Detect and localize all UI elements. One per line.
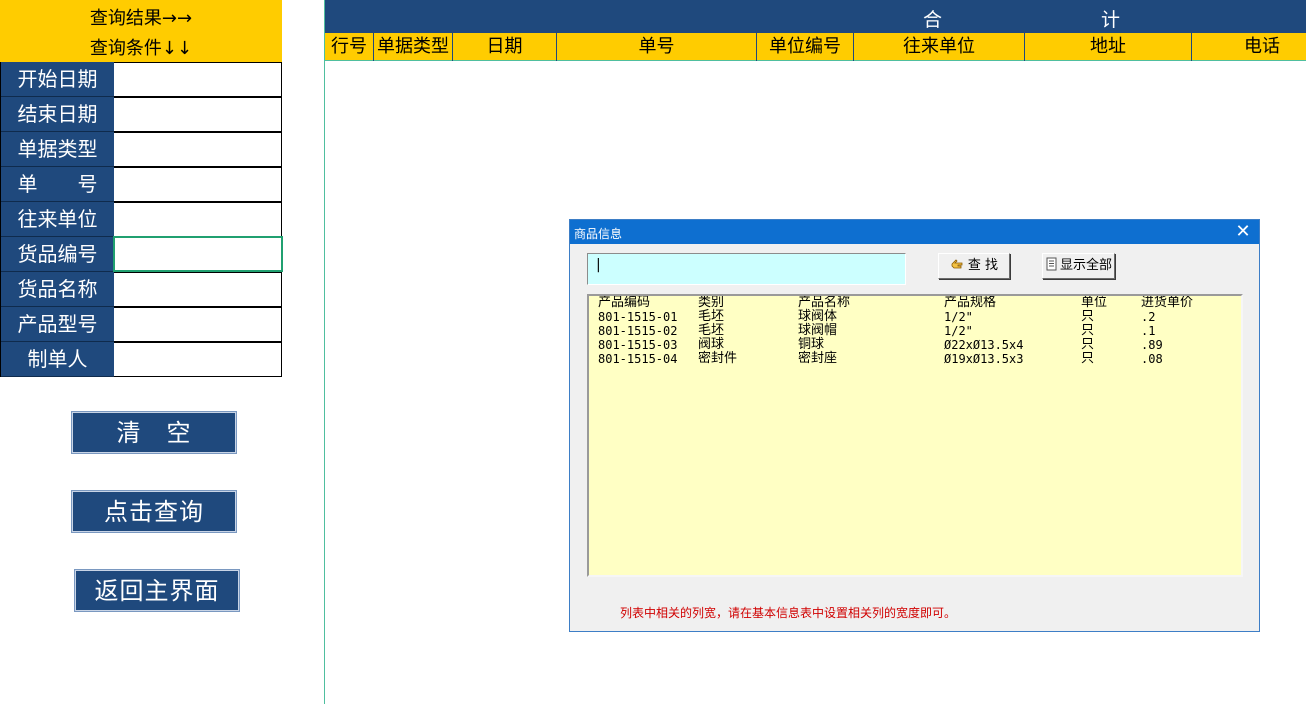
list-header-spec[interactable]: 产品规格 [944, 296, 996, 310]
list-item-price[interactable]: .2 [1141, 310, 1155, 324]
list-item-unit[interactable]: 只 [1081, 324, 1094, 338]
criteria-label-doc-type: 单据类型 [1, 132, 114, 167]
criteria-label-item-code: 货品编号 [1, 237, 114, 272]
list-item-code[interactable]: 801-1515-03 [598, 338, 677, 352]
list-header-unit[interactable]: 单位 [1081, 296, 1107, 310]
list-item-unit[interactable]: 只 [1081, 310, 1094, 324]
criteria-label-item-name: 货品名称 [1, 272, 114, 307]
col-header-address[interactable]: 地址 [1025, 33, 1192, 61]
list-item-spec[interactable]: 1/2" [944, 310, 973, 324]
list-item-name[interactable]: 密封座 [798, 352, 837, 366]
query-results-label: 查询结果→→ [89, 8, 193, 29]
item-code-input[interactable] [113, 236, 283, 272]
col-header-row-no[interactable]: 行号 [325, 33, 374, 61]
list-item-name[interactable]: 球阀帽 [798, 324, 837, 338]
criteria-label-start-date: 开始日期 [1, 62, 114, 97]
result-column-headers: 行号 单据类型 日期 单号 单位编号 往来单位 地址 电话 [325, 33, 1306, 61]
doc-no-input[interactable] [114, 167, 282, 202]
list-item-unit[interactable]: 只 [1081, 338, 1094, 352]
list-item-category[interactable]: 密封件 [698, 352, 737, 366]
find-button-label: 查 找 [967, 258, 999, 273]
product-list[interactable]: 产品编码 类别 产品名称 产品规格 单位 进货单价 801-1515-01 毛坯… [587, 294, 1243, 577]
col-header-unit-code[interactable]: 单位编号 [757, 33, 854, 61]
pointing-hand-icon [951, 259, 963, 269]
list-item-category[interactable]: 毛坯 [698, 310, 724, 324]
clear-button[interactable]: 清 空 [71, 411, 237, 454]
list-item-category[interactable]: 毛坯 [698, 324, 724, 338]
partner-input[interactable] [114, 202, 282, 237]
list-item-price[interactable]: .89 [1141, 338, 1163, 352]
find-button[interactable]: 查 找 [938, 253, 1010, 279]
list-item-spec[interactable]: Ø19xØ13.5x3 [944, 352, 1023, 366]
product-info-dialog: 商品信息 ✕ | 查 找 显示全部 产品编码 类别 产品名称 产品规格 单位 进… [569, 219, 1260, 632]
list-item-name[interactable]: 球阀体 [798, 310, 837, 324]
dialog-title: 商品信息 [574, 227, 623, 241]
back-to-main-button[interactable]: 返回主界面 [74, 569, 240, 612]
list-item-spec[interactable]: 1/2" [944, 324, 973, 338]
model-input[interactable] [114, 307, 282, 342]
criteria-label-model: 产品型号 [1, 307, 114, 342]
total-label-he: 合 [923, 9, 943, 31]
list-header-category[interactable]: 类别 [698, 296, 724, 310]
close-icon[interactable]: ✕ [1235, 223, 1251, 241]
list-item-spec[interactable]: Ø22xØ13.5x4 [944, 338, 1023, 352]
creator-input[interactable] [114, 342, 282, 377]
criteria-label-creator: 制单人 [1, 342, 114, 377]
spacer-cell [282, 0, 325, 62]
criteria-label-partner: 往来单位 [1, 202, 114, 237]
list-item-price[interactable]: .1 [1141, 324, 1155, 338]
col-header-doc-type[interactable]: 单据类型 [374, 33, 453, 61]
doc-type-input[interactable] [114, 132, 282, 167]
dialog-title-bar[interactable]: 商品信息 ✕ [570, 220, 1259, 244]
list-item-code[interactable]: 801-1515-02 [598, 324, 677, 338]
column-divider [324, 0, 325, 704]
col-header-partner[interactable]: 往来单位 [854, 33, 1025, 61]
end-date-input[interactable] [114, 97, 282, 132]
list-item-name[interactable]: 铜球 [798, 338, 824, 352]
column-width-note: 列表中相关的列宽，请在基本信息表中设置相关列的宽度即可。 [620, 606, 957, 620]
query-header-block: 查询结果→→ 查询条件↓↓ [0, 0, 282, 62]
product-search-input[interactable]: | [587, 253, 906, 285]
criteria-label-doc-no: 单 号 [1, 167, 114, 202]
query-button[interactable]: 点击查询 [71, 490, 237, 533]
list-item-price[interactable]: .08 [1141, 352, 1163, 366]
document-icon [1046, 257, 1057, 271]
show-all-button-label: 显示全部 [1059, 258, 1112, 273]
list-header-name[interactable]: 产品名称 [798, 296, 850, 310]
query-conditions-label: 查询条件↓↓ [89, 38, 193, 59]
list-item-code[interactable]: 801-1515-01 [598, 310, 677, 324]
list-header-price[interactable]: 进货单价 [1141, 296, 1193, 310]
col-header-doc-no[interactable]: 单号 [557, 33, 757, 61]
list-header-code[interactable]: 产品编码 [598, 296, 650, 310]
list-item-unit[interactable]: 只 [1081, 352, 1094, 366]
show-all-button[interactable]: 显示全部 [1042, 253, 1115, 279]
totals-row: 合 计 [325, 2, 1306, 33]
start-date-input[interactable] [114, 62, 282, 97]
item-name-input[interactable] [114, 272, 282, 307]
list-item-code[interactable]: 801-1515-04 [598, 352, 677, 366]
list-item-category[interactable]: 阀球 [698, 338, 724, 352]
col-header-date[interactable]: 日期 [453, 33, 557, 61]
excel-sheet: 查询结果→→ 查询条件↓↓ 合 计 行号 单据类型 日期 单号 单位编号 往来单… [0, 0, 1306, 704]
criteria-label-end-date: 结束日期 [1, 97, 114, 132]
total-label-ji: 计 [1101, 9, 1121, 31]
col-header-phone[interactable]: 电话 [1192, 33, 1306, 61]
